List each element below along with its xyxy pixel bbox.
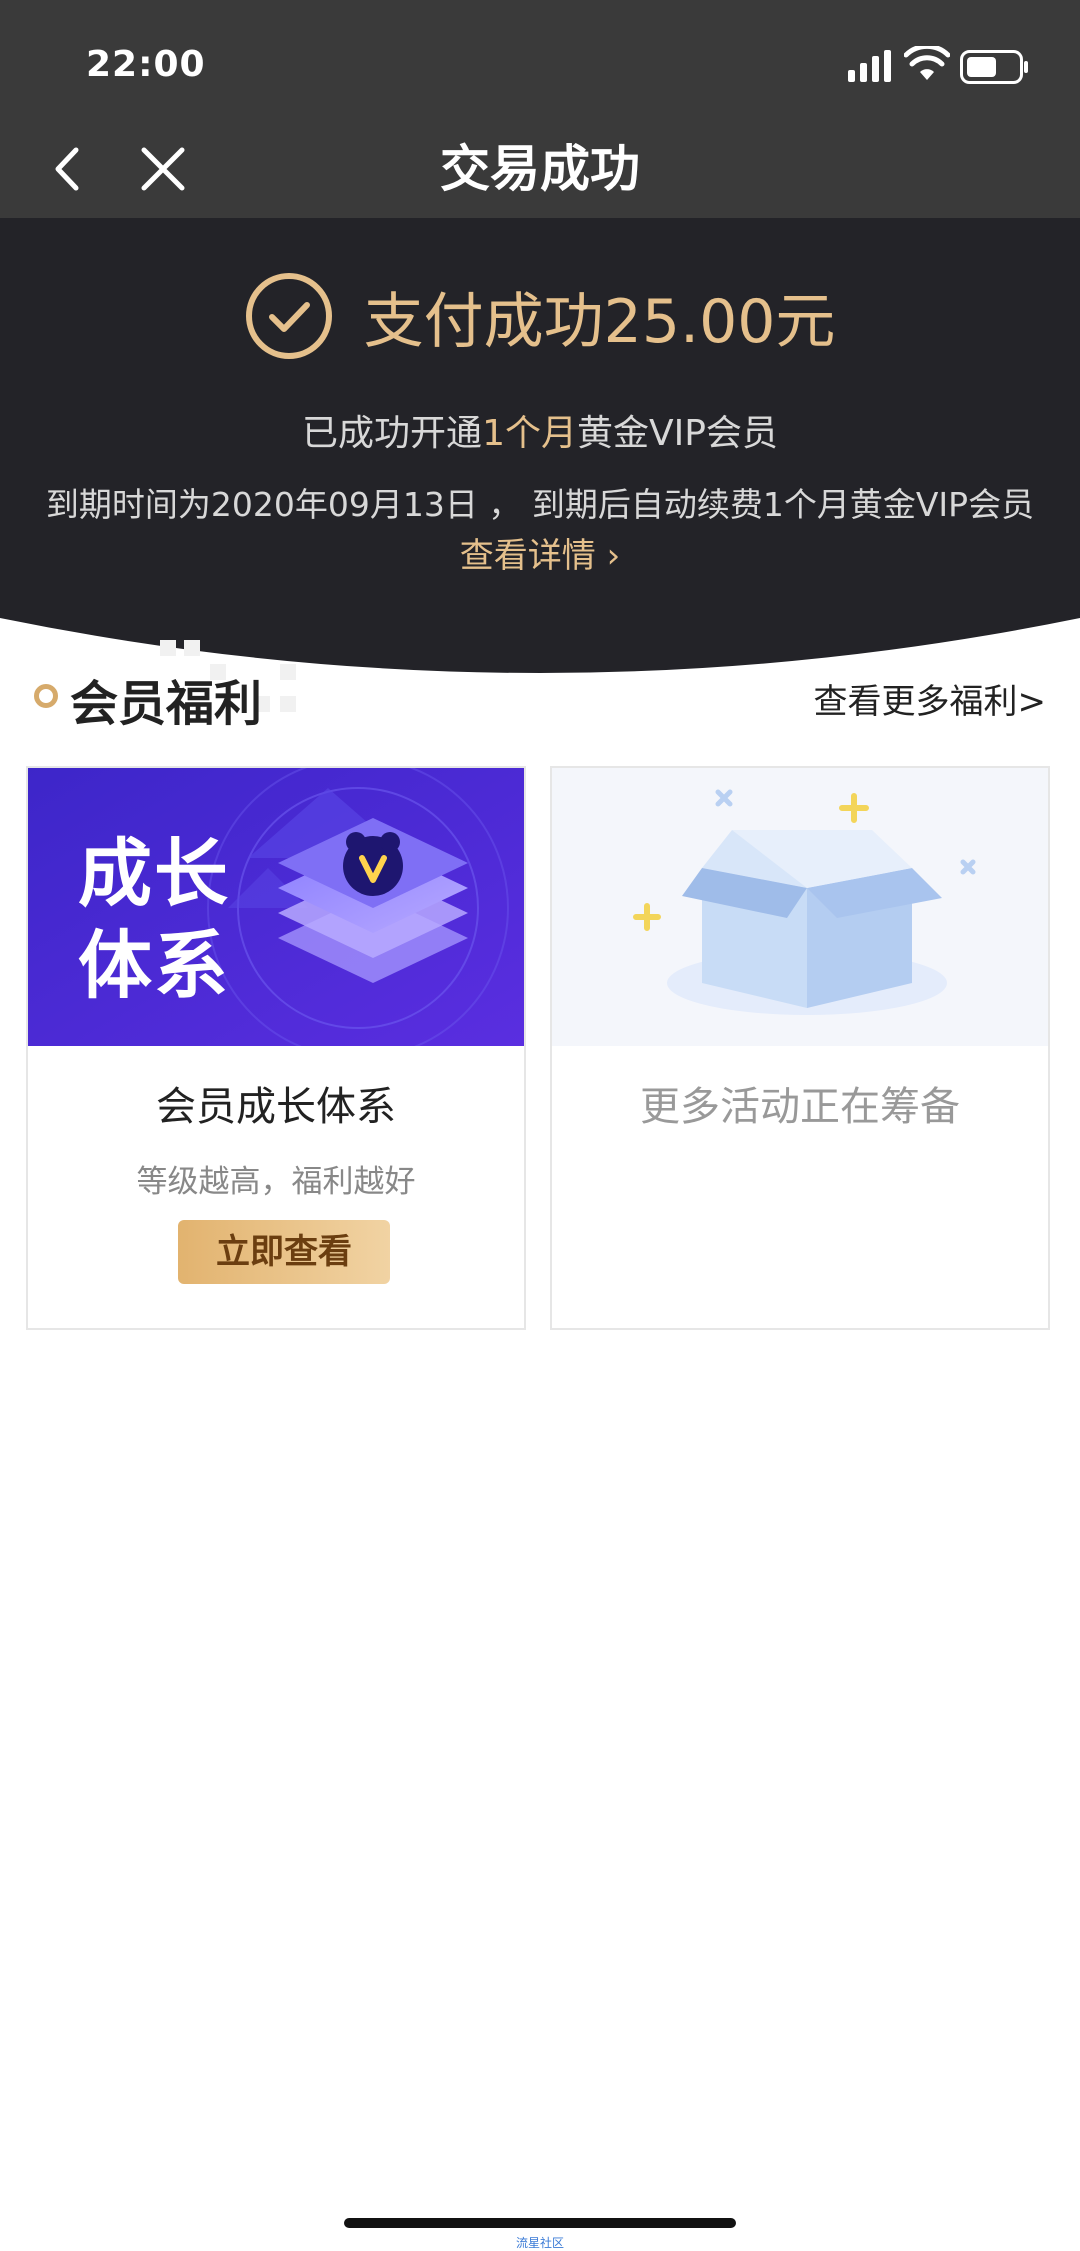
coming-soon-title: 更多活动正在筹备 (640, 1084, 960, 1130)
banner-line-1: 成长 (78, 831, 230, 917)
open-prefix: 已成功开通 (302, 413, 483, 454)
battery-icon (960, 50, 1028, 84)
card-title: 会员成长体系 (156, 1084, 396, 1130)
home-indicator[interactable] (344, 2218, 736, 2228)
banner-text: 成长 体系 (78, 828, 230, 1012)
section-title: 会员福利 (70, 676, 263, 732)
open-suffix: 黄金VIP会员 (576, 413, 778, 454)
coming-soon-banner (552, 768, 1048, 1046)
wifi-icon (904, 46, 950, 80)
view-now-button[interactable]: 立即查看 (178, 1220, 390, 1284)
card-subtitle: 等级越高，福利越好 (136, 1164, 416, 1200)
payment-result-hero: 支付成功25.00元 已成功开通1个月黄金VIP会员 到期时间为2020年09月… (0, 218, 1080, 678)
check-circle-icon (245, 273, 332, 359)
expire-text: 到期时间为2020年09月13日 ， 到期后自动续费1个月黄金VIP会员 (45, 485, 1035, 524)
membership-opened-text: 已成功开通1个月黄金VIP会员 (0, 404, 1080, 456)
success-row: 支付成功25.00元 (0, 272, 1080, 372)
empty-box-illustration (552, 768, 1048, 1046)
status-time: 22:00 (86, 44, 206, 85)
signal-icon (848, 50, 891, 82)
watermark-text: 流星社区 (515, 2236, 564, 2250)
status-bar: 22:00 (0, 0, 1080, 120)
growth-system-banner: 成长 体系 (28, 768, 524, 1046)
banner-line-2: 体系 (78, 923, 230, 1009)
growth-system-card[interactable]: 成长 体系 会员成长体系 等级越高，福利越好 立即查看 (26, 766, 526, 1330)
section-bullet-icon (34, 684, 58, 708)
more-benefits-link[interactable]: 查看更多福利> (814, 674, 1047, 723)
payment-success-text: 支付成功25.00元 (363, 286, 836, 357)
page-title: 交易成功 (440, 140, 640, 198)
nav-bar: 交易成功 (0, 120, 1080, 218)
open-duration: 1个月 (482, 413, 577, 454)
coming-soon-card: 更多活动正在筹备 (550, 766, 1050, 1330)
benefits-section-header: 会员福利 查看更多福利> (0, 656, 1080, 736)
